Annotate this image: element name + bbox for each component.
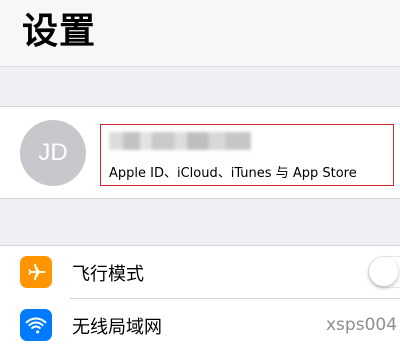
apple-id-cell[interactable]: JD Apple ID、iCloud、iTunes 与 App Store (0, 106, 400, 199)
airplane-icon (20, 256, 52, 288)
wifi-icon (20, 309, 52, 341)
page-title: 设置 (22, 11, 97, 52)
avatar: JD (20, 120, 86, 186)
profile-highlight-box: Apple ID、iCloud、iTunes 与 App Store (100, 124, 394, 186)
wifi-label: 无线局域网 (72, 317, 162, 338)
section-gap (0, 66, 400, 107)
airplane-mode-row[interactable]: 飞行模式 (0, 246, 400, 299)
section-gap (0, 199, 400, 245)
avatar-initials: JD (38, 139, 68, 166)
nav-header: 设置 (0, 0, 400, 66)
wifi-row[interactable]: 无线局域网 xsps004 (0, 299, 400, 351)
profile-subtitle: Apple ID、iCloud、iTunes 与 App Store (109, 166, 357, 181)
settings-list: 飞行模式 无线局域网 xsps004 (0, 245, 400, 352)
airplane-mode-label: 飞行模式 (72, 264, 144, 285)
toggle-knob (369, 257, 398, 286)
wifi-network-name: xsps004 (326, 315, 398, 335)
airplane-mode-toggle[interactable] (368, 256, 400, 288)
blurred-account-name (109, 132, 251, 150)
